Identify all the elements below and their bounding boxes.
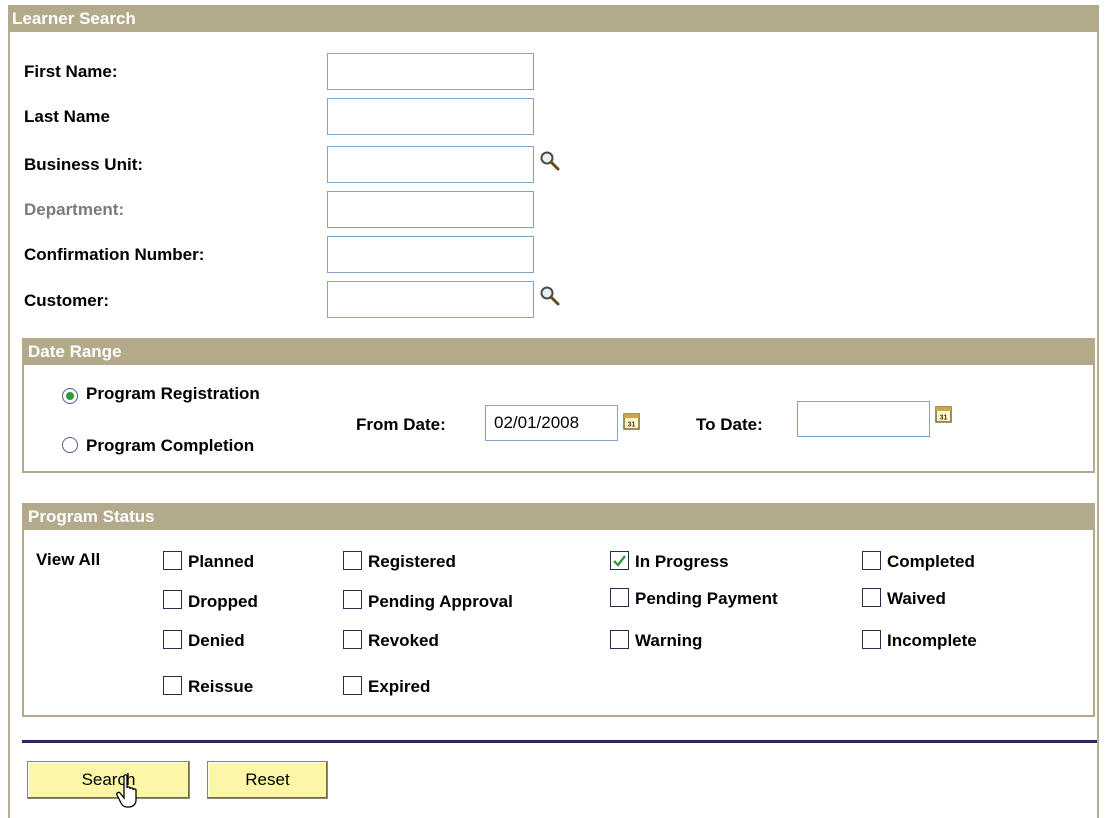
warning-checkbox[interactable] — [610, 630, 629, 649]
program-registration-label: Program Registration — [86, 384, 260, 403]
pending-approval-label: Pending Approval — [368, 592, 513, 611]
completed-checkbox[interactable] — [862, 551, 881, 570]
revoked-label: Revoked — [368, 631, 439, 650]
date-range-title: Date Range — [24, 338, 1093, 365]
last-name-label: Last Name — [24, 107, 110, 126]
planned-checkbox[interactable] — [163, 551, 182, 570]
registered-checkbox[interactable] — [343, 551, 362, 570]
reissue-label: Reissue — [188, 677, 254, 696]
confirmation-number-label: Confirmation Number: — [24, 245, 205, 264]
checkmark-icon — [613, 555, 626, 567]
last-name-field[interactable] — [327, 98, 534, 135]
customer-field[interactable] — [327, 281, 534, 318]
pending-approval-checkbox[interactable] — [343, 590, 362, 609]
search-button[interactable]: Search — [27, 761, 190, 799]
page-title: Learner Search — [8, 5, 1099, 32]
expired-checkbox[interactable] — [343, 676, 362, 695]
program-status-group: Program Status — [22, 503, 1095, 717]
program-status-title: Program Status — [24, 503, 1093, 530]
svg-text:31: 31 — [628, 422, 636, 429]
magnifier-icon[interactable] — [539, 150, 561, 172]
from-date-field[interactable] — [485, 405, 618, 441]
divider — [22, 740, 1097, 743]
calendar-icon[interactable]: 31 — [623, 411, 641, 431]
hand-cursor-icon — [116, 774, 137, 808]
department-label: Department: — [24, 200, 125, 219]
svg-text:31: 31 — [940, 415, 948, 422]
in-progress-checkbox[interactable] — [610, 551, 629, 570]
dropped-checkbox[interactable] — [163, 590, 182, 609]
to-date-label: To Date: — [696, 415, 763, 434]
program-registration-radio[interactable] — [62, 388, 78, 404]
customer-label: Customer: — [24, 291, 110, 310]
pending-payment-checkbox[interactable] — [610, 588, 629, 607]
planned-label: Planned — [188, 552, 255, 571]
confirmation-number-field[interactable] — [327, 236, 534, 273]
program-completion-label: Program Completion — [86, 436, 255, 455]
incomplete-checkbox[interactable] — [862, 630, 881, 649]
first-name-field[interactable] — [327, 53, 534, 90]
waived-checkbox[interactable] — [862, 588, 881, 607]
warning-label: Warning — [635, 631, 703, 650]
calendar-icon[interactable]: 31 — [935, 404, 953, 424]
registered-label: Registered — [368, 552, 456, 571]
expired-label: Expired — [368, 677, 431, 696]
denied-checkbox[interactable] — [163, 630, 182, 649]
to-date-field[interactable] — [797, 401, 930, 437]
denied-label: Denied — [188, 631, 245, 650]
in-progress-label: In Progress — [635, 552, 729, 571]
waived-label: Waived — [887, 589, 946, 608]
business-unit-field[interactable] — [327, 146, 534, 183]
reset-button[interactable]: Reset — [207, 761, 328, 799]
department-field[interactable] — [327, 191, 534, 228]
first-name-label: First Name: — [24, 62, 118, 81]
program-completion-radio[interactable] — [62, 437, 78, 453]
view-all-label[interactable]: View All — [36, 550, 100, 570]
completed-label: Completed — [887, 552, 975, 571]
pending-payment-label: Pending Payment — [635, 589, 778, 608]
business-unit-label: Business Unit: — [24, 155, 144, 174]
from-date-label: From Date: — [356, 415, 446, 434]
incomplete-label: Incomplete — [887, 631, 977, 650]
magnifier-icon[interactable] — [539, 285, 561, 307]
dropped-label: Dropped — [188, 592, 258, 611]
revoked-checkbox[interactable] — [343, 630, 362, 649]
reissue-checkbox[interactable] — [163, 676, 182, 695]
